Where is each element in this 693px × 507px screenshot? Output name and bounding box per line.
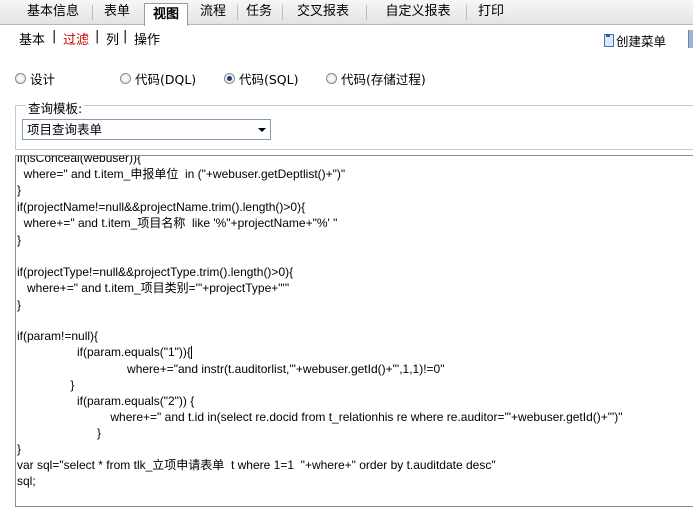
tab-view[interactable]: 视图 xyxy=(144,3,188,26)
radio-code-dql[interactable]: 代码(DQL) xyxy=(120,69,196,88)
tab-separator xyxy=(366,5,367,20)
code-line: where+=" and t.item_项目类别='"+projectType+… xyxy=(17,281,290,295)
code-line: if(param.equals("2")) { xyxy=(17,394,195,408)
code-line: } xyxy=(17,298,22,312)
tab-separator xyxy=(466,5,467,20)
code-line: if(projectName!=null&&projectName.trim()… xyxy=(17,200,306,214)
code-line: if(param.equals("1")){ xyxy=(17,345,192,360)
code-line: where+=" and t.item_项目名称 like '%"+projec… xyxy=(17,216,338,230)
code-line: where+=" and t.id in(select re.docid fro… xyxy=(17,410,623,424)
query-template-value: 项目查询表单 xyxy=(27,122,103,137)
subtab-separator: | xyxy=(123,29,128,44)
create-menu-label: 创建菜单 xyxy=(616,33,667,49)
subtab-filter[interactable]: 过滤 xyxy=(63,29,89,48)
code-line-text: if(param.equals("1")){ xyxy=(17,345,191,359)
radio-code-procedure[interactable]: 代码(存储过程) xyxy=(326,69,426,88)
radio-code-procedure-button[interactable] xyxy=(326,73,337,84)
radio-design-button[interactable] xyxy=(15,73,26,84)
radio-code-dql-button[interactable] xyxy=(120,73,131,84)
code-line: var sql="select * from tlk_立项申请表单 t wher… xyxy=(17,458,496,472)
subtab-separator: | xyxy=(52,29,57,44)
query-template-select[interactable]: 项目查询表单 xyxy=(22,119,271,140)
tab-flow[interactable]: 流程 xyxy=(194,0,232,25)
subtab-columns[interactable]: 列 xyxy=(106,29,119,48)
radio-code-procedure-label: 代码(存储过程) xyxy=(341,72,426,87)
subtab-separator: | xyxy=(95,29,100,44)
radio-code-dql-label: 代码(DQL) xyxy=(135,72,197,87)
query-template-label: 查询模板: xyxy=(26,98,85,117)
radio-design[interactable]: 设计 xyxy=(15,69,55,88)
panel-edge xyxy=(688,30,693,48)
chevron-down-icon xyxy=(258,128,266,132)
text-cursor xyxy=(190,346,192,360)
sub-tab-bar: 基本 | 过滤 | 列 | 操作 xyxy=(0,26,693,50)
code-line: sql; xyxy=(17,474,36,488)
code-line: } xyxy=(17,378,75,392)
code-line: } xyxy=(17,426,102,440)
code-line: } xyxy=(17,442,22,456)
code-line: } xyxy=(17,183,22,197)
code-line: if(param!=null){ xyxy=(17,329,99,343)
code-line: if(isConceal(webuser)){ xyxy=(17,155,142,165)
main-tab-bar: 基本信息 表单 视图 流程 任务 交叉报表 自定义报表 打印 xyxy=(0,0,693,26)
tab-separator xyxy=(282,5,283,20)
tab-basic-info[interactable]: 基本信息 xyxy=(18,0,88,25)
create-menu-icon xyxy=(604,33,614,47)
tab-separator xyxy=(237,5,238,20)
tab-custom-report[interactable]: 自定义报表 xyxy=(378,0,458,25)
subtab-operations[interactable]: 操作 xyxy=(134,29,160,48)
code-line: where+="and instr(t.auditorlist,'"+webus… xyxy=(17,362,445,376)
tab-cross-report[interactable]: 交叉报表 xyxy=(290,0,356,25)
code-line: if(projectType!=null&&projectType.trim()… xyxy=(17,265,294,279)
create-menu-button[interactable]: 创建菜单 xyxy=(604,31,666,49)
radio-code-sql-label: 代码(SQL) xyxy=(239,72,299,87)
radio-design-label: 设计 xyxy=(30,72,56,87)
tab-print[interactable]: 打印 xyxy=(473,0,509,25)
tab-task[interactable]: 任务 xyxy=(242,0,276,25)
tab-form[interactable]: 表单 xyxy=(98,0,136,25)
sql-code-editor[interactable]: if(isConceal(webuser)){ where=" and t.it… xyxy=(15,155,693,507)
tab-separator xyxy=(92,5,93,20)
radio-code-sql-button[interactable] xyxy=(224,73,235,84)
code-line: where=" and t.item_申报单位 in ("+webuser.ge… xyxy=(17,167,346,181)
code-line: } xyxy=(17,233,22,247)
radio-code-sql[interactable]: 代码(SQL) xyxy=(224,69,299,88)
subtab-basic[interactable]: 基本 xyxy=(19,29,45,48)
